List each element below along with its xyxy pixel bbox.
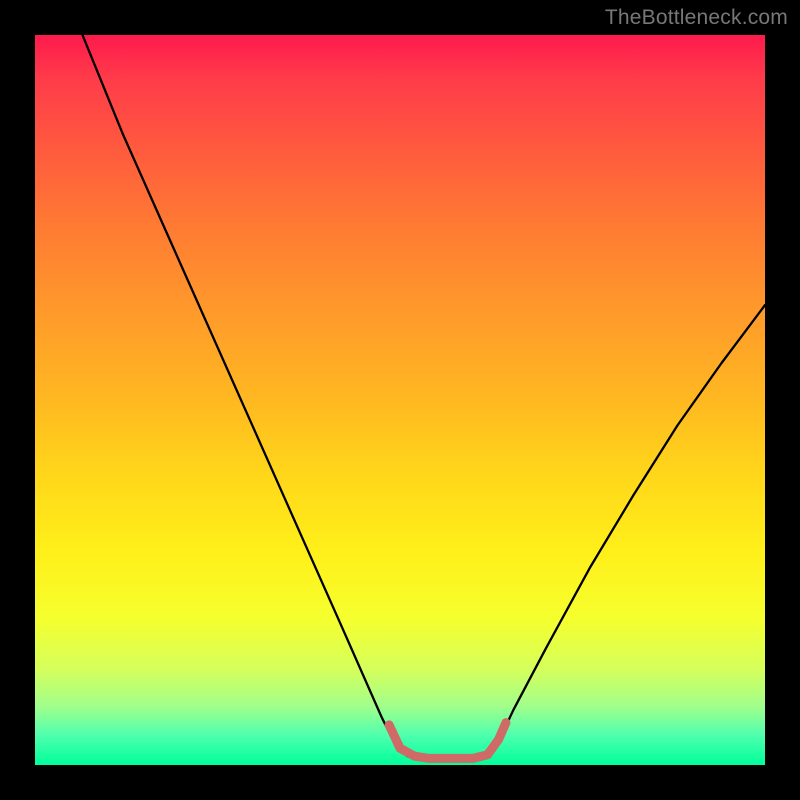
watermark-label: TheBottleneck.com <box>605 6 788 30</box>
curve-layer <box>35 35 765 765</box>
chart-frame: TheBottleneck.com <box>0 0 800 800</box>
black-curve-path <box>83 35 766 758</box>
plot-area <box>35 35 765 765</box>
trough-highlight-path <box>389 723 506 759</box>
